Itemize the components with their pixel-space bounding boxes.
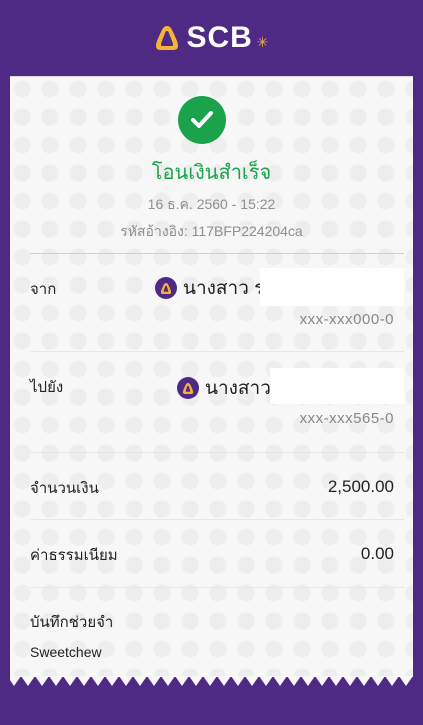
scb-bank-icon xyxy=(155,277,177,299)
to-name: นางสาว xyxy=(205,378,271,399)
redaction-mask xyxy=(270,368,404,404)
scb-bell-icon xyxy=(156,25,179,50)
divider xyxy=(30,253,404,254)
transfer-datetime: 16 ธ.ค. 2560 - 15:22 xyxy=(147,196,276,212)
divider xyxy=(30,587,404,588)
divider xyxy=(30,351,404,352)
to-label: ไปยัง xyxy=(30,379,64,396)
scb-logo: SCB ✳ xyxy=(154,20,269,55)
transfer-success-title: โอนเงินสำเร็จ xyxy=(151,162,272,184)
divider xyxy=(30,519,404,520)
amount-value: 2,500.00 xyxy=(327,477,394,496)
divider xyxy=(30,452,404,453)
app-header: SCB ✳ xyxy=(0,0,423,75)
from-account-holder: นางสาว ร xyxy=(155,273,264,303)
fee-value: 0.00 xyxy=(360,544,394,563)
star-icon: ✳ xyxy=(256,34,269,50)
fee-label: ค่าธรรมเนียม xyxy=(30,547,118,564)
memo-label: บันทึกช่วยจำ xyxy=(30,614,114,631)
memo-value: Sweetchew xyxy=(30,644,102,660)
from-account-number: xxx-xxx000-0 xyxy=(299,311,394,328)
to-account-number: xxx-xxx565-0 xyxy=(299,410,394,427)
from-label: จาก xyxy=(30,281,57,298)
to-account-holder: นางสาว xyxy=(177,373,271,403)
check-circle-icon xyxy=(178,96,226,144)
receipt-zigzag-edge xyxy=(10,676,413,686)
scb-bank-icon xyxy=(177,377,199,399)
amount-label: จำนวนเงิน xyxy=(30,480,99,497)
redaction-mask xyxy=(260,268,404,306)
brand-text: SCB xyxy=(186,20,253,54)
reference-code: รหัสอ้างอิง: 117BFP224204ca xyxy=(120,223,303,239)
from-name: นางสาว ร xyxy=(183,278,265,299)
